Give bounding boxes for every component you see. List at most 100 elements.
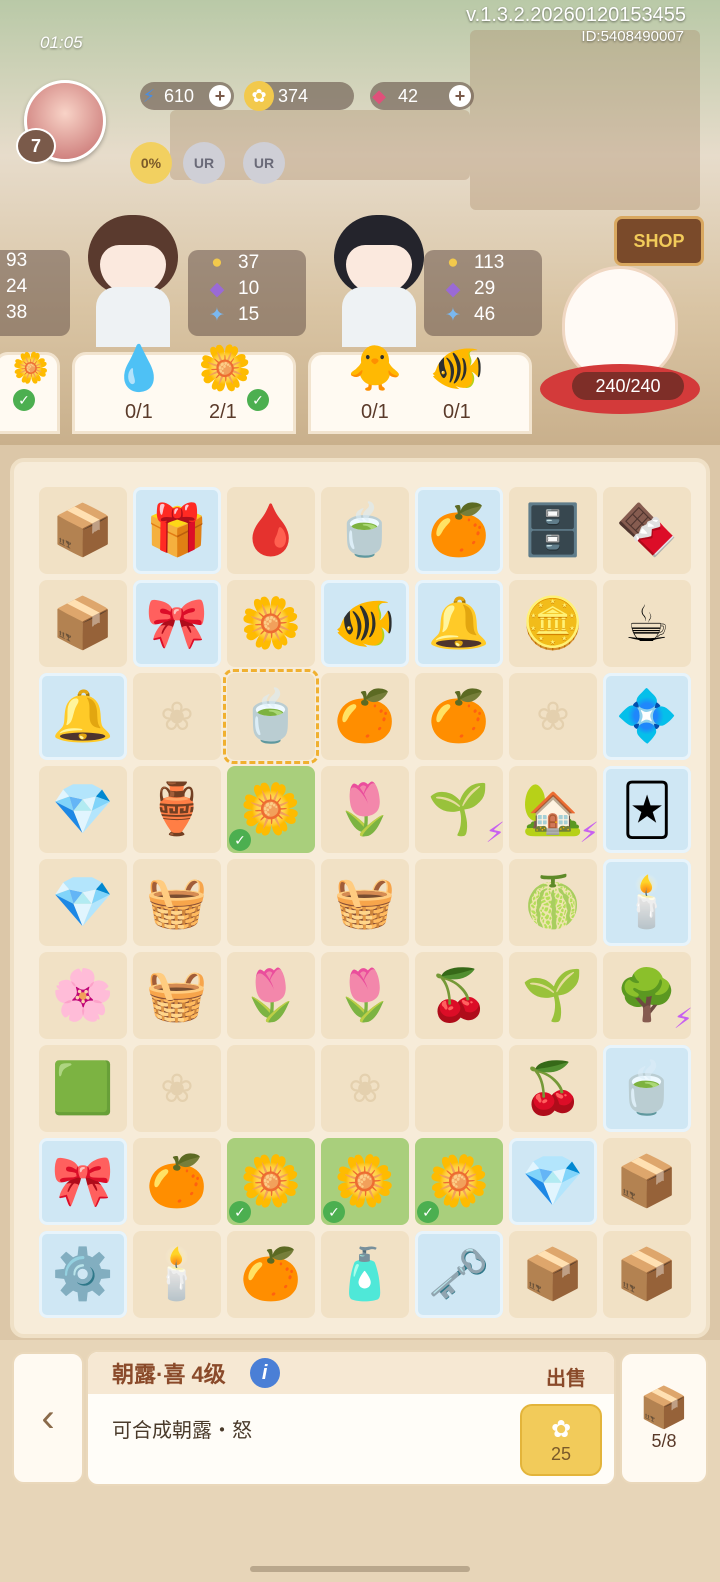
empty-slot-icon: ❀ bbox=[160, 1066, 194, 1111]
green-berries-icon: 🍈 bbox=[521, 874, 585, 930]
board-cell[interactable] bbox=[415, 1045, 503, 1132]
board-cell[interactable]: 🌼 bbox=[227, 580, 315, 667]
board-cell[interactable]: 📦 bbox=[603, 1138, 691, 1225]
teacup-box-icon: 🧺 bbox=[145, 874, 209, 930]
board-cell[interactable]: 🪙 bbox=[509, 580, 597, 667]
board-cell[interactable]: 🍵 bbox=[321, 487, 409, 574]
check-icon: ✓ bbox=[323, 1201, 345, 1223]
order-card-2[interactable]: 🐥 🐠 0/1 0/1 bbox=[308, 344, 532, 434]
board-cell[interactable]: 💎 bbox=[39, 766, 127, 853]
up-rate-badge[interactable]: 0% bbox=[130, 142, 172, 184]
energy-pill[interactable]: ⚡ 610 + bbox=[140, 82, 234, 110]
coin-icon: ✿ bbox=[244, 81, 274, 111]
shop-sign[interactable]: SHOP bbox=[614, 216, 704, 266]
board-cell[interactable]: 🎀 bbox=[133, 580, 221, 667]
board-cell[interactable]: ❀ bbox=[509, 673, 597, 760]
gear-emblem-icon: ⚙️ bbox=[51, 1246, 115, 1302]
board-grid: 📦 🎁 🩸 🍵 🍊 🗄️ 🍫 📦 🎀 🌼 🐠 🔔 🪙 ☕ 🔔 ❀ 🍵 🍊 🍊 ❀ 💠 💎 🏺 🌼 ✓ 🌷 🌱 ⚡ 🏡 ⚡ 🃏 💎 🧺 🧺 🍈 🕯️ 🌸 🧺… bbox=[36, 484, 694, 1318]
cat-teacup-icon: 🍵 bbox=[333, 502, 397, 558]
burner-icon: 🕯️ bbox=[145, 1246, 209, 1302]
board-cell[interactable]: 🍈 bbox=[509, 859, 597, 946]
board-cell[interactable]: 🍫 bbox=[603, 487, 691, 574]
board-cell[interactable]: 🎀 bbox=[39, 1138, 127, 1225]
board-cell[interactable]: 🍊 bbox=[321, 673, 409, 760]
ur-badge-1[interactable]: UR bbox=[183, 142, 225, 184]
board-cell[interactable]: 🍒 bbox=[509, 1045, 597, 1132]
coins-pill[interactable]: ✿ 374 bbox=[244, 81, 354, 111]
board-cell[interactable]: 🕯️ bbox=[133, 1231, 221, 1318]
ur-badge-2[interactable]: UR bbox=[243, 142, 285, 184]
board-cell[interactable]: 🌱 bbox=[509, 952, 597, 1039]
board-cell[interactable]: 📦 bbox=[603, 1231, 691, 1318]
cabinet-icon: 🗄️ bbox=[521, 502, 585, 558]
board-cell[interactable]: 🔔 bbox=[39, 673, 127, 760]
kumquat-icon: 🍊 bbox=[333, 688, 397, 744]
board-cell[interactable]: 📦 bbox=[39, 580, 127, 667]
board-cell[interactable]: 🔔 bbox=[415, 580, 503, 667]
inventory-button[interactable]: 📦 5/8 bbox=[620, 1352, 708, 1484]
board-cell[interactable] bbox=[415, 859, 503, 946]
board-cell[interactable]: 🍵 bbox=[223, 669, 319, 764]
add-gems-button[interactable]: + bbox=[449, 85, 471, 107]
board-cell[interactable]: 🎁 bbox=[133, 487, 221, 574]
board-cell[interactable]: 🍊 bbox=[415, 487, 503, 574]
board-cell[interactable]: 🌳 ⚡ bbox=[603, 952, 693, 1039]
board-cell[interactable]: ❀ bbox=[133, 1045, 221, 1132]
board-cell[interactable]: 🧺 bbox=[133, 952, 221, 1039]
version-label: v.1.3.2.20260120153455 bbox=[466, 4, 686, 26]
board-cell[interactable]: 🍵 bbox=[603, 1045, 691, 1132]
board-cell[interactable]: ☕ bbox=[603, 580, 691, 667]
ribbon-gift-icon: 🎀 bbox=[145, 595, 209, 651]
home-indicator bbox=[250, 1566, 470, 1572]
board-cell[interactable]: 🍊 bbox=[227, 1231, 315, 1318]
board-cell[interactable]: 🌼 ✓ bbox=[227, 1138, 315, 1225]
board-cell[interactable]: 🗝️ bbox=[415, 1231, 503, 1318]
board-cell[interactable]: 🩸 bbox=[227, 487, 315, 574]
order-card-offscreen[interactable]: 🌼 ✓ bbox=[0, 352, 60, 434]
board-cell[interactable]: 🗄️ bbox=[509, 487, 597, 574]
board-cell[interactable]: 🌼 ✓ bbox=[415, 1138, 503, 1225]
cardboard-box-icon: 📦 bbox=[51, 595, 115, 651]
stat-left-1: 93 bbox=[6, 250, 28, 271]
energy-value: 610 bbox=[164, 85, 195, 106]
board-cell[interactable]: 🧴 bbox=[321, 1231, 409, 1318]
board-cell[interactable]: 🐠 bbox=[321, 580, 409, 667]
board-cell[interactable]: ⚙️ bbox=[39, 1231, 127, 1318]
back-button[interactable]: ‹ bbox=[12, 1352, 84, 1484]
board-cell[interactable]: 🟩 bbox=[39, 1045, 127, 1132]
board-cell[interactable]: 📦 bbox=[509, 1231, 597, 1318]
board-cell[interactable] bbox=[227, 859, 315, 946]
board-cell[interactable]: 💎 bbox=[39, 859, 127, 946]
board-cell[interactable]: 🕯️ bbox=[603, 859, 691, 946]
chocolate-tray-icon: 🍫 bbox=[615, 502, 679, 558]
board-cell[interactable]: 📦 bbox=[39, 487, 127, 574]
board-cell[interactable] bbox=[227, 1045, 315, 1132]
board-cell[interactable]: 🌼 ✓ bbox=[227, 766, 315, 853]
board-cell[interactable]: 🧺 bbox=[321, 859, 409, 946]
board-cell[interactable]: ❀ bbox=[321, 1045, 409, 1132]
board-cell[interactable]: 🏡 ⚡ bbox=[509, 766, 599, 853]
board-cell[interactable]: 💠 bbox=[603, 673, 691, 760]
board-cell[interactable]: 🧺 bbox=[133, 859, 221, 946]
board-cell[interactable]: 🌱 ⚡ bbox=[415, 766, 505, 853]
gems-pill[interactable]: ◆ 42 + bbox=[370, 82, 474, 110]
gold-coins-icon: 🪙 bbox=[521, 595, 585, 651]
order-card-1[interactable]: 💧 🌼 0/1 2/1 ✓ bbox=[72, 344, 296, 434]
sell-button[interactable]: ✿ 25 bbox=[520, 1404, 602, 1476]
info-icon[interactable]: i bbox=[249, 1358, 280, 1388]
board-cell[interactable]: 🌼 ✓ bbox=[321, 1138, 409, 1225]
board-cell[interactable]: 🌸 bbox=[39, 952, 127, 1039]
board-cell[interactable]: 🌷 bbox=[227, 952, 315, 1039]
board-cell[interactable]: ❀ bbox=[133, 673, 221, 760]
board-cell[interactable]: 🌷 bbox=[321, 952, 409, 1039]
board-cell[interactable]: 🍊 bbox=[133, 1138, 221, 1225]
board-cell[interactable]: 🌷 bbox=[321, 766, 409, 853]
board-cell[interactable]: 🃏 bbox=[603, 766, 691, 853]
board-cell[interactable]: 💎 bbox=[509, 1138, 597, 1225]
board-cell[interactable]: 🍒 bbox=[415, 952, 503, 1039]
board-cell[interactable]: 🍊 bbox=[415, 673, 503, 760]
board-cell[interactable]: 🏺 bbox=[133, 766, 221, 853]
shop-cat[interactable]: SHOP 240/240 bbox=[540, 216, 704, 430]
garden-arch-icon: 🌳 bbox=[615, 967, 679, 1023]
add-energy-button[interactable]: + bbox=[209, 85, 231, 107]
